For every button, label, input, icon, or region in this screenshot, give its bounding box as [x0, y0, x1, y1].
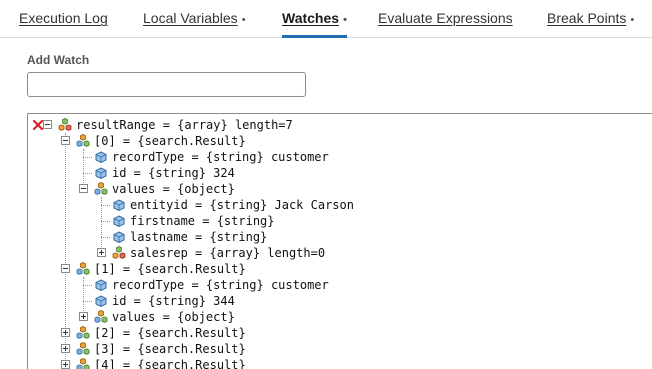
tab-watches-label: Watches	[282, 10, 340, 26]
tab-execution-log[interactable]: Execution Log	[19, 0, 108, 38]
tree-connector	[83, 157, 92, 158]
collapse-icon[interactable]	[43, 120, 52, 129]
tree-node-label: firstname = {string}	[130, 214, 275, 228]
object-icon	[75, 325, 91, 341]
tree-row[interactable]: id = {string} 324	[28, 165, 652, 181]
tree-row[interactable]: values = {object}	[28, 181, 652, 197]
expand-icon[interactable]	[79, 312, 88, 321]
tree-node-label: lastname = {string}	[130, 230, 268, 244]
tab-break-points-label: Break Points	[547, 10, 627, 26]
tab-local-variables-label: Local Variables	[143, 10, 238, 26]
add-watch-label: Add Watch	[27, 53, 90, 67]
tree-row[interactable]: id = {string} 344	[28, 293, 652, 309]
collapse-icon[interactable]	[61, 136, 70, 145]
tree-row[interactable]: [4] = {search.Result}	[28, 357, 652, 369]
collapse-icon[interactable]	[61, 264, 70, 273]
tab-local-variables-dot: •	[241, 14, 246, 26]
tree-row[interactable]: values = {object}	[28, 309, 652, 325]
tab-execution-log-label: Execution Log	[19, 10, 108, 26]
tree-node-label: values = {object}	[112, 182, 235, 196]
object-icon	[93, 181, 109, 197]
object-icon	[75, 357, 91, 369]
object-icon	[93, 309, 109, 325]
tree-node-label: [1] = {search.Result}	[94, 262, 246, 276]
array-icon	[111, 245, 127, 261]
tree-connector	[83, 285, 92, 286]
tree-row[interactable]: entityid = {string} Jack Carson	[28, 197, 652, 213]
tree-node-label: [2] = {search.Result}	[94, 326, 246, 340]
object-icon	[75, 261, 91, 277]
field-icon	[111, 197, 127, 213]
tab-watches[interactable]: Watches •	[282, 0, 347, 38]
tree-node-label: recordType = {string} customer	[112, 150, 329, 164]
tree-node-label: recordType = {string} customer	[112, 278, 329, 292]
tree-connector	[83, 301, 92, 302]
expand-icon[interactable]	[61, 344, 70, 353]
expand-icon[interactable]	[97, 248, 106, 257]
tree-row[interactable]: [2] = {search.Result}	[28, 325, 652, 341]
tree-connector	[101, 205, 110, 206]
tree-row[interactable]: [3] = {search.Result}	[28, 341, 652, 357]
object-icon	[75, 133, 91, 149]
tree-row[interactable]: salesrep = {array} length=0	[28, 245, 652, 261]
field-icon	[93, 293, 109, 309]
tree-connector	[101, 221, 110, 222]
array-icon	[57, 117, 73, 133]
tree-node-label: [3] = {search.Result}	[94, 342, 246, 356]
watch-tree: resultRange = {array} length=7 [0] = {sea…	[27, 113, 652, 369]
tree-node-label: id = {string} 324	[112, 166, 235, 180]
tree-row[interactable]: [1] = {search.Result}	[28, 261, 652, 277]
tab-break-points[interactable]: Break Points •	[547, 0, 634, 38]
expand-icon[interactable]	[61, 328, 70, 337]
field-icon	[93, 165, 109, 181]
tree-node-label: [4] = {search.Result}	[94, 358, 246, 369]
field-icon	[93, 149, 109, 165]
field-icon	[93, 277, 109, 293]
tab-break-points-dot: •	[630, 14, 635, 26]
tree-node-label: id = {string} 344	[112, 294, 235, 308]
tree-node-label: [0] = {search.Result}	[94, 134, 246, 148]
tree-node-label: entityid = {string} Jack Carson	[130, 198, 354, 212]
tree-node-label: salesrep = {array} length=0	[130, 246, 326, 260]
tree-row[interactable]: [0] = {search.Result}	[28, 133, 652, 149]
tab-evaluate-expressions[interactable]: Evaluate Expressions	[378, 0, 513, 38]
field-icon	[111, 213, 127, 229]
tree-row[interactable]: resultRange = {array} length=7	[28, 117, 652, 133]
tab-local-variables[interactable]: Local Variables •	[143, 0, 246, 38]
tab-evaluate-expressions-label: Evaluate Expressions	[378, 10, 513, 26]
tree-row[interactable]: lastname = {string}	[28, 229, 652, 245]
tree-connector	[83, 173, 92, 174]
tab-watches-dot: •	[343, 14, 347, 26]
tree-connector	[101, 237, 110, 238]
tree-node-label: values = {object}	[112, 310, 235, 324]
object-icon	[75, 341, 91, 357]
debugger-tab-bar: Execution Log Local Variables • Watches • …	[0, 0, 652, 38]
expand-icon[interactable]	[61, 360, 70, 369]
tree-row[interactable]: firstname = {string}	[28, 213, 652, 229]
tree-row[interactable]: recordType = {string} customer	[28, 149, 652, 165]
tree-row[interactable]: recordType = {string} customer	[28, 277, 652, 293]
collapse-icon[interactable]	[79, 184, 88, 193]
field-icon	[111, 229, 127, 245]
tree-node-label: resultRange = {array} length=7	[76, 118, 293, 132]
add-watch-input[interactable]	[27, 72, 306, 97]
